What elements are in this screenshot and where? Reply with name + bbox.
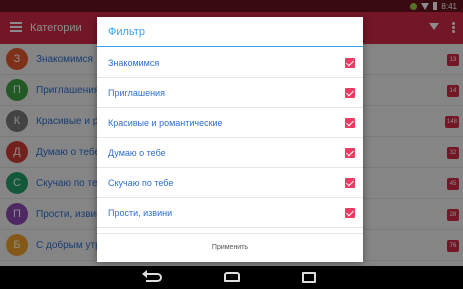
checkbox[interactable]: [345, 148, 355, 158]
filter-option-label: Знакомимся: [108, 58, 160, 68]
filter-option[interactable]: Знакомимся: [97, 48, 363, 78]
navigation-bar: [0, 266, 463, 289]
checkbox[interactable]: [345, 208, 355, 218]
back-icon[interactable]: [142, 270, 162, 282]
filter-option-label: Думаю о тебе: [108, 148, 166, 158]
filter-option[interactable]: Думаю о тебе: [97, 138, 363, 168]
checkbox[interactable]: [345, 118, 355, 128]
apply-button[interactable]: Применить: [97, 234, 363, 262]
checkbox[interactable]: [345, 178, 355, 188]
filter-option[interactable]: Приглашения: [97, 78, 363, 108]
dialog-title: Фильтр: [97, 17, 363, 47]
recent-apps-icon[interactable]: [302, 272, 316, 283]
dialog-footer: Применить: [97, 233, 363, 262]
filter-option-label: Прости, извини: [108, 208, 173, 218]
checkbox[interactable]: [345, 58, 355, 68]
filter-option[interactable]: Скучаю по тебе: [97, 168, 363, 198]
filter-option[interactable]: Красивые и романтические: [97, 108, 363, 138]
filter-option-label: Скучаю по тебе: [108, 178, 174, 188]
checkbox[interactable]: [345, 88, 355, 98]
home-icon[interactable]: [224, 272, 240, 282]
filter-option-label: Красивые и романтические: [108, 118, 223, 128]
filter-option-label: Приглашения: [108, 88, 165, 98]
filter-dialog: Фильтр Знакомимся Приглашения Красивые и…: [97, 17, 363, 262]
filter-option[interactable]: Прости, извини: [97, 198, 363, 228]
